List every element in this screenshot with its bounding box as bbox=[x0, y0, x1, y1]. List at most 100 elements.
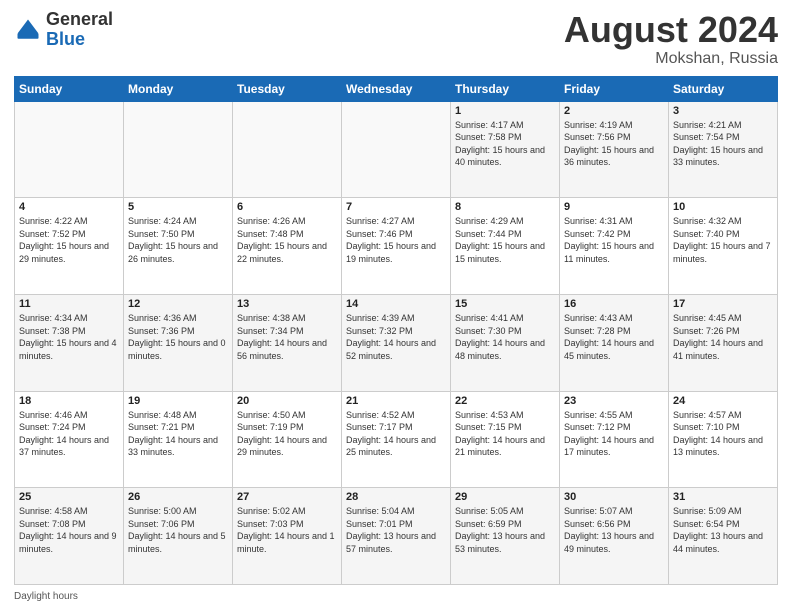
day-info: Sunrise: 5:02 AMSunset: 7:03 PMDaylight:… bbox=[237, 505, 337, 555]
calendar-week-row: 18Sunrise: 4:46 AMSunset: 7:24 PMDayligh… bbox=[15, 391, 778, 488]
calendar-week-row: 1 Sunrise: 4:17 AMSunset: 7:58 PMDaylight… bbox=[15, 101, 778, 198]
day-number: 29 bbox=[455, 491, 555, 503]
calendar-cell: 1 Sunrise: 4:17 AMSunset: 7:58 PMDaylight… bbox=[451, 101, 560, 198]
day-number: 2 bbox=[564, 105, 664, 117]
calendar-cell: 11Sunrise: 4:34 AMSunset: 7:38 PMDayligh… bbox=[15, 294, 124, 391]
logo-blue: Blue bbox=[46, 29, 85, 49]
calendar-cell: 3 Sunrise: 4:21 AMSunset: 7:54 PMDaylight… bbox=[669, 101, 778, 198]
day-number: 24 bbox=[673, 395, 773, 407]
day-number: 15 bbox=[455, 298, 555, 310]
day-info: Sunrise: 4:55 AMSunset: 7:12 PMDaylight:… bbox=[564, 409, 664, 459]
day-info: Sunrise: 4:52 AMSunset: 7:17 PMDaylight:… bbox=[346, 409, 446, 459]
location-subtitle: Mokshan, Russia bbox=[564, 50, 778, 68]
calendar-cell: 21 Sunrise: 4:52 AMSunset: 7:17 PMDayligh… bbox=[342, 391, 451, 488]
calendar-cell: 25 Sunrise: 4:58 AMSunset: 7:08 PMDayligh… bbox=[15, 488, 124, 585]
day-info: Sunrise: 4:21 AMSunset: 7:54 PMDaylight:… bbox=[673, 119, 773, 169]
day-info: Sunrise: 4:45 AMSunset: 7:26 PMDaylight:… bbox=[673, 312, 773, 362]
calendar-cell: 15Sunrise: 4:41 AMSunset: 7:30 PMDayligh… bbox=[451, 294, 560, 391]
day-number: 13 bbox=[237, 298, 337, 310]
day-number: 22 bbox=[455, 395, 555, 407]
day-info: Sunrise: 5:05 AMSunset: 6:59 PMDaylight:… bbox=[455, 505, 555, 555]
calendar-cell: 13 Sunrise: 4:38 AMSunset: 7:34 PMDayligh… bbox=[233, 294, 342, 391]
day-info: Sunrise: 4:31 AMSunset: 7:42 PMDaylight:… bbox=[564, 215, 664, 265]
calendar-cell: 9 Sunrise: 4:31 AMSunset: 7:42 PMDaylight… bbox=[560, 198, 669, 295]
calendar-cell: 5Sunrise: 4:24 AMSunset: 7:50 PMDaylight… bbox=[124, 198, 233, 295]
calendar-cell: 30 Sunrise: 5:07 AMSunset: 6:56 PMDayligh… bbox=[560, 488, 669, 585]
weekday-header-wednesday: Wednesday bbox=[342, 76, 451, 101]
calendar-week-row: 4 Sunrise: 4:22 AMSunset: 7:52 PMDaylight… bbox=[15, 198, 778, 295]
day-info: Sunrise: 5:07 AMSunset: 6:56 PMDaylight:… bbox=[564, 505, 664, 555]
calendar-cell: 8Sunrise: 4:29 AMSunset: 7:44 PMDaylight… bbox=[451, 198, 560, 295]
logo-general: General bbox=[46, 9, 113, 29]
calendar-cell: 14 Sunrise: 4:39 AMSunset: 7:32 PMDayligh… bbox=[342, 294, 451, 391]
calendar-cell bbox=[342, 101, 451, 198]
logo-icon bbox=[14, 16, 42, 44]
day-number: 26 bbox=[128, 491, 228, 503]
day-info: Sunrise: 4:38 AMSunset: 7:34 PMDaylight:… bbox=[237, 312, 337, 362]
calendar-cell: 12Sunrise: 4:36 AMSunset: 7:36 PMDayligh… bbox=[124, 294, 233, 391]
day-number: 18 bbox=[19, 395, 119, 407]
calendar-table: SundayMondayTuesdayWednesdayThursdayFrid… bbox=[14, 76, 778, 585]
calendar-cell: 7Sunrise: 4:27 AMSunset: 7:46 PMDaylight… bbox=[342, 198, 451, 295]
day-info: Sunrise: 4:17 AMSunset: 7:58 PMDaylight:… bbox=[455, 119, 555, 169]
header: General Blue August 2024 Mokshan, Russia bbox=[14, 10, 778, 68]
day-info: Sunrise: 4:22 AMSunset: 7:52 PMDaylight:… bbox=[19, 215, 119, 265]
weekday-header-tuesday: Tuesday bbox=[233, 76, 342, 101]
calendar-cell bbox=[124, 101, 233, 198]
calendar-cell: 4 Sunrise: 4:22 AMSunset: 7:52 PMDaylight… bbox=[15, 198, 124, 295]
day-number: 14 bbox=[346, 298, 446, 310]
calendar-week-row: 25 Sunrise: 4:58 AMSunset: 7:08 PMDayligh… bbox=[15, 488, 778, 585]
calendar-cell: 19Sunrise: 4:48 AMSunset: 7:21 PMDayligh… bbox=[124, 391, 233, 488]
calendar-cell bbox=[15, 101, 124, 198]
day-info: Sunrise: 4:32 AMSunset: 7:40 PMDaylight:… bbox=[673, 215, 773, 265]
day-info: Sunrise: 4:34 AMSunset: 7:38 PMDaylight:… bbox=[19, 312, 119, 362]
logo-text: General Blue bbox=[46, 10, 113, 50]
day-info: Sunrise: 4:57 AMSunset: 7:10 PMDaylight:… bbox=[673, 409, 773, 459]
day-number: 27 bbox=[237, 491, 337, 503]
day-info: Sunrise: 5:00 AMSunset: 7:06 PMDaylight:… bbox=[128, 505, 228, 555]
day-number: 4 bbox=[19, 201, 119, 213]
day-number: 31 bbox=[673, 491, 773, 503]
calendar-cell: 20 Sunrise: 4:50 AMSunset: 7:19 PMDayligh… bbox=[233, 391, 342, 488]
day-info: Sunrise: 4:19 AMSunset: 7:56 PMDaylight:… bbox=[564, 119, 664, 169]
day-number: 28 bbox=[346, 491, 446, 503]
day-number: 20 bbox=[237, 395, 337, 407]
day-info: Sunrise: 4:43 AMSunset: 7:28 PMDaylight:… bbox=[564, 312, 664, 362]
day-number: 25 bbox=[19, 491, 119, 503]
calendar-cell bbox=[233, 101, 342, 198]
day-info: Sunrise: 4:39 AMSunset: 7:32 PMDaylight:… bbox=[346, 312, 446, 362]
day-number: 5 bbox=[128, 201, 228, 213]
day-number: 10 bbox=[673, 201, 773, 213]
day-number: 3 bbox=[673, 105, 773, 117]
calendar-cell: 16 Sunrise: 4:43 AMSunset: 7:28 PMDayligh… bbox=[560, 294, 669, 391]
logo: General Blue bbox=[14, 10, 113, 50]
day-info: Sunrise: 4:26 AMSunset: 7:48 PMDaylight:… bbox=[237, 215, 337, 265]
calendar-cell: 29 Sunrise: 5:05 AMSunset: 6:59 PMDayligh… bbox=[451, 488, 560, 585]
day-number: 16 bbox=[564, 298, 664, 310]
calendar-week-row: 11Sunrise: 4:34 AMSunset: 7:38 PMDayligh… bbox=[15, 294, 778, 391]
weekday-header-sunday: Sunday bbox=[15, 76, 124, 101]
day-number: 9 bbox=[564, 201, 664, 213]
day-number: 21 bbox=[346, 395, 446, 407]
calendar-cell: 6 Sunrise: 4:26 AMSunset: 7:48 PMDaylight… bbox=[233, 198, 342, 295]
weekday-header-friday: Friday bbox=[560, 76, 669, 101]
day-info: Sunrise: 4:29 AMSunset: 7:44 PMDaylight:… bbox=[455, 215, 555, 265]
day-number: 30 bbox=[564, 491, 664, 503]
day-info: Sunrise: 4:36 AMSunset: 7:36 PMDaylight:… bbox=[128, 312, 228, 362]
calendar-cell: 24 Sunrise: 4:57 AMSunset: 7:10 PMDayligh… bbox=[669, 391, 778, 488]
calendar-cell: 22 Sunrise: 4:53 AMSunset: 7:15 PMDayligh… bbox=[451, 391, 560, 488]
day-number: 1 bbox=[455, 105, 555, 117]
day-number: 23 bbox=[564, 395, 664, 407]
calendar-cell: 31Sunrise: 5:09 AMSunset: 6:54 PMDayligh… bbox=[669, 488, 778, 585]
day-info: Sunrise: 4:27 AMSunset: 7:46 PMDaylight:… bbox=[346, 215, 446, 265]
calendar-cell: 18Sunrise: 4:46 AMSunset: 7:24 PMDayligh… bbox=[15, 391, 124, 488]
calendar-cell: 27 Sunrise: 5:02 AMSunset: 7:03 PMDayligh… bbox=[233, 488, 342, 585]
day-info: Sunrise: 4:53 AMSunset: 7:15 PMDaylight:… bbox=[455, 409, 555, 459]
weekday-header-row: SundayMondayTuesdayWednesdayThursdayFrid… bbox=[15, 76, 778, 101]
calendar-cell: 26 Sunrise: 5:00 AMSunset: 7:06 PMDayligh… bbox=[124, 488, 233, 585]
day-info: Sunrise: 4:58 AMSunset: 7:08 PMDaylight:… bbox=[19, 505, 119, 555]
calendar-cell: 17Sunrise: 4:45 AMSunset: 7:26 PMDayligh… bbox=[669, 294, 778, 391]
day-info: Sunrise: 4:50 AMSunset: 7:19 PMDaylight:… bbox=[237, 409, 337, 459]
daylight-label: Daylight hours bbox=[14, 591, 78, 602]
day-number: 6 bbox=[237, 201, 337, 213]
